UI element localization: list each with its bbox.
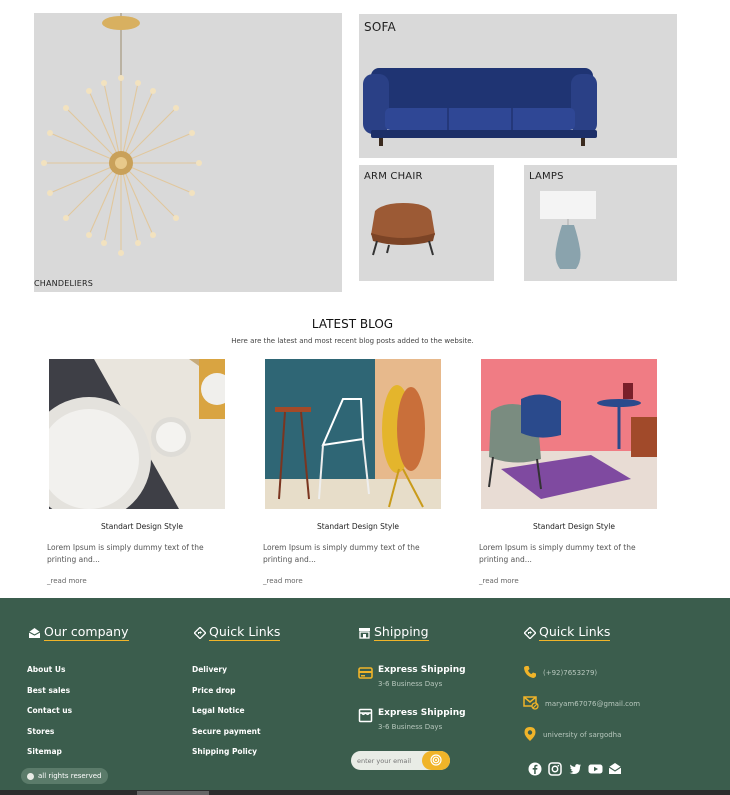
facebook-icon[interactable]	[528, 761, 542, 776]
target-icon	[430, 751, 442, 770]
category-card-arm-chair[interactable]: ARM CHAIR	[359, 165, 494, 281]
contact-phone[interactable]: (+92)7653279)	[523, 665, 597, 681]
footer: Our company About Us Best sales Contact …	[0, 598, 730, 795]
map-pin-icon	[523, 726, 537, 744]
footer-heading-shipping: Shipping	[358, 624, 429, 641]
store-front-icon	[358, 708, 373, 731]
newsletter-form	[351, 751, 450, 770]
footer-heading-our-company: Our company	[28, 624, 129, 641]
shipping-option: Express Shipping 3-6 Business Days	[358, 708, 466, 731]
instagram-icon[interactable]	[548, 761, 562, 776]
copyright-text: all rights reserved	[38, 772, 102, 780]
footer-link-sitemap[interactable]: Sitemap	[27, 747, 72, 768]
footer-link-contact-us[interactable]: Contact us	[27, 706, 72, 727]
category-label-chandeliers: CHANDELIERS	[34, 279, 93, 288]
contact-address[interactable]: university of sargodha	[523, 726, 621, 744]
horizontal-scrollbar[interactable]	[0, 790, 730, 795]
category-card-lamps[interactable]: LAMPS	[524, 165, 677, 281]
blog-post-image-plates[interactable]	[49, 359, 225, 509]
contact-address-text: university of sargodha	[543, 731, 622, 739]
footer-link-delivery[interactable]: Delivery	[192, 665, 261, 686]
sofa-image	[363, 68, 597, 146]
contact-email[interactable]: maryam67076@gmail.com	[523, 695, 640, 712]
directions-icon	[194, 626, 206, 639]
newsletter-submit-button[interactable]	[422, 751, 450, 770]
footer-heading-quick-links: Quick Links	[194, 624, 281, 641]
footer-link-price-drop[interactable]: Price drop	[192, 686, 261, 707]
footer-link-about-us[interactable]: About Us	[27, 665, 72, 686]
blog-post-heading[interactable]: Standart Design Style	[263, 522, 453, 531]
footer-link-shipping-policy[interactable]: Shipping Policy	[192, 747, 261, 768]
read-more-link[interactable]: _read more	[263, 577, 303, 585]
blog-post-heading[interactable]: Standart Design Style	[479, 522, 669, 531]
footer-link-best-sales[interactable]: Best sales	[27, 686, 72, 707]
category-card-chandeliers[interactable]: CHANDELIERS	[34, 13, 342, 292]
category-card-sofa[interactable]: SOFA	[359, 14, 677, 158]
newsletter-email-input[interactable]	[357, 754, 423, 767]
arm-chair-image	[371, 203, 435, 256]
social-links	[528, 761, 622, 776]
footer-heading-label: Shipping	[374, 624, 429, 641]
blog-post-heading[interactable]: Standart Design Style	[47, 522, 237, 531]
footer-company-links: About Us Best sales Contact us Stores Si…	[27, 665, 72, 768]
shipping-option-days: 3-6 Business Days	[378, 680, 443, 688]
blog-post-image-lounge[interactable]	[481, 359, 657, 509]
contact-email-text: maryam67076@gmail.com	[545, 699, 641, 708]
blog-post-excerpt: Lorem Ipsum is simply dummy text of the …	[47, 543, 204, 564]
footer-heading-label: Our company	[44, 624, 129, 641]
lamp-image	[540, 191, 596, 269]
blog-section-title: LATEST BLOG	[311, 317, 394, 331]
scrollbar-thumb[interactable]	[137, 791, 209, 795]
footer-heading-contact: Quick Links	[524, 624, 611, 641]
youtube-icon[interactable]	[588, 761, 603, 775]
mail-icon[interactable]	[608, 761, 622, 775]
twitter-icon[interactable]	[568, 761, 582, 775]
footer-link-secure-payment[interactable]: Secure payment	[192, 727, 261, 748]
footer-quick-links: Delivery Price drop Legal Notice Secure …	[192, 665, 261, 768]
footer-heading-label: Quick Links	[539, 624, 611, 641]
envelope-open-icon	[28, 627, 41, 639]
chandelier-image	[41, 13, 202, 256]
mail-block-icon	[523, 695, 539, 712]
store-icon	[358, 627, 371, 639]
shipping-option: Express Shipping 3-6 Business Days	[358, 665, 466, 688]
footer-link-legal-notice[interactable]: Legal Notice	[192, 706, 261, 727]
footer-link-stores[interactable]: Stores	[27, 727, 72, 748]
directions-icon	[524, 626, 536, 639]
blog-post-image-chairs[interactable]	[265, 359, 441, 509]
phone-icon	[523, 665, 537, 681]
blog-section-subtitle: Here are the latest and most recent blog…	[231, 337, 474, 345]
footer-heading-label: Quick Links	[209, 624, 281, 641]
blog-post-excerpt: Lorem Ipsum is simply dummy text of the …	[263, 543, 420, 564]
copyright-icon	[27, 772, 34, 780]
shipping-option-title: Express Shipping	[378, 665, 466, 675]
shipping-option-title: Express Shipping	[378, 708, 466, 718]
shipping-option-days: 3-6 Business Days	[378, 723, 443, 731]
read-more-link[interactable]: _read more	[479, 577, 519, 585]
read-more-link[interactable]: _read more	[47, 577, 87, 585]
copyright-badge: all rights reserved	[21, 768, 109, 784]
shipping-card-icon	[358, 665, 373, 688]
contact-phone-text: (+92)7653279)	[543, 669, 598, 677]
blog-post-excerpt: Lorem Ipsum is simply dummy text of the …	[479, 543, 636, 564]
